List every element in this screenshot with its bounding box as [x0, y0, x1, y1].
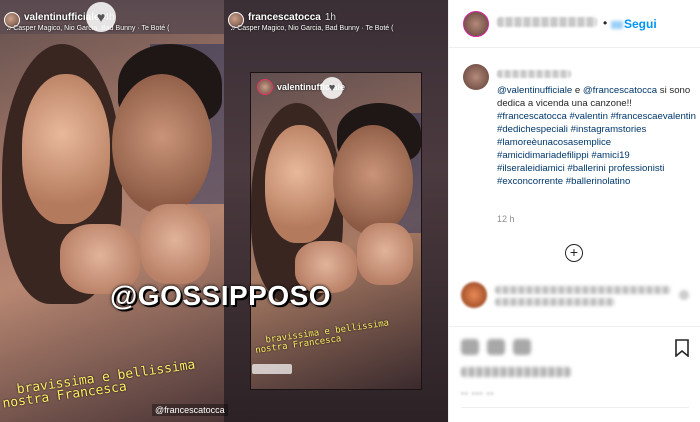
bookmark-icon[interactable]: [675, 339, 689, 357]
hashtag-links[interactable]: #francescatocca #valentin #francescaeval…: [497, 111, 696, 187]
plus-circle-icon[interactable]: +: [565, 244, 583, 262]
caption-conjunction: e: [574, 85, 581, 96]
caption-username-blurred[interactable]: [497, 70, 571, 78]
story-username: francescatocca: [248, 12, 321, 23]
hand: [357, 223, 413, 285]
mention-sticker: @francescatocca: [152, 404, 228, 416]
heart-face-sticker-icon: ♥: [321, 77, 343, 99]
post-side-panel: • Segui @valentinufficiale e @francescat…: [448, 0, 700, 422]
post-image[interactable]: valentinufficiale4h ♫ Casper Magico, Nio…: [0, 0, 448, 422]
story-time: 1h: [324, 12, 336, 23]
caption-text: @valentinufficiale e @francescatocca si …: [497, 84, 697, 188]
share-icon[interactable]: [513, 339, 531, 355]
heart-icon[interactable]: [461, 339, 479, 355]
comment-row-blurred: [461, 282, 691, 312]
blurred-text: [495, 286, 671, 294]
avatar[interactable]: [463, 11, 489, 37]
avatar: [257, 79, 273, 95]
avatar[interactable]: [463, 64, 489, 90]
comment-icon[interactable]: [487, 339, 505, 355]
caption-time: 12 h: [497, 214, 515, 224]
heart-face-sticker-icon: ♥: [86, 2, 116, 32]
man-head: [112, 74, 212, 214]
like-comment-icon[interactable]: [679, 290, 689, 300]
post-date-blurred: ▪▪ ▪▪▪ ▪▪: [461, 389, 495, 398]
mention-link[interactable]: @francescatocca: [583, 85, 657, 96]
mention-sticker: [252, 364, 292, 374]
man-head: [333, 125, 413, 235]
mention-link[interactable]: @valentinufficiale: [497, 85, 572, 96]
author-username-blurred[interactable]: [497, 17, 597, 27]
watermark: @GOSSIPPOSO: [110, 280, 332, 311]
action-bar: ▪▪ ▪▪▪ ▪▪: [449, 326, 700, 422]
likes-count-blurred[interactable]: [461, 367, 571, 377]
blurred-text: [495, 298, 615, 306]
story-music: ♫ Casper Magico, Nio Garcia, Bad Bunny ·…: [6, 25, 170, 32]
blurred-text: [611, 20, 623, 29]
post-header: • Segui: [449, 0, 700, 48]
follow-button[interactable]: Segui: [611, 17, 657, 31]
divider: [461, 407, 689, 408]
hand: [140, 204, 210, 284]
woman-face: [265, 125, 335, 243]
story-header: francescatocca 1h ♫ Casper Magico, Nio Ga…: [224, 6, 448, 36]
story-music: ♫ Casper Magico, Nio Garcia, Bad Bunny ·…: [230, 25, 394, 32]
avatar[interactable]: [461, 282, 487, 308]
woman-face: [22, 74, 110, 224]
separator-dot: •: [603, 16, 608, 30]
